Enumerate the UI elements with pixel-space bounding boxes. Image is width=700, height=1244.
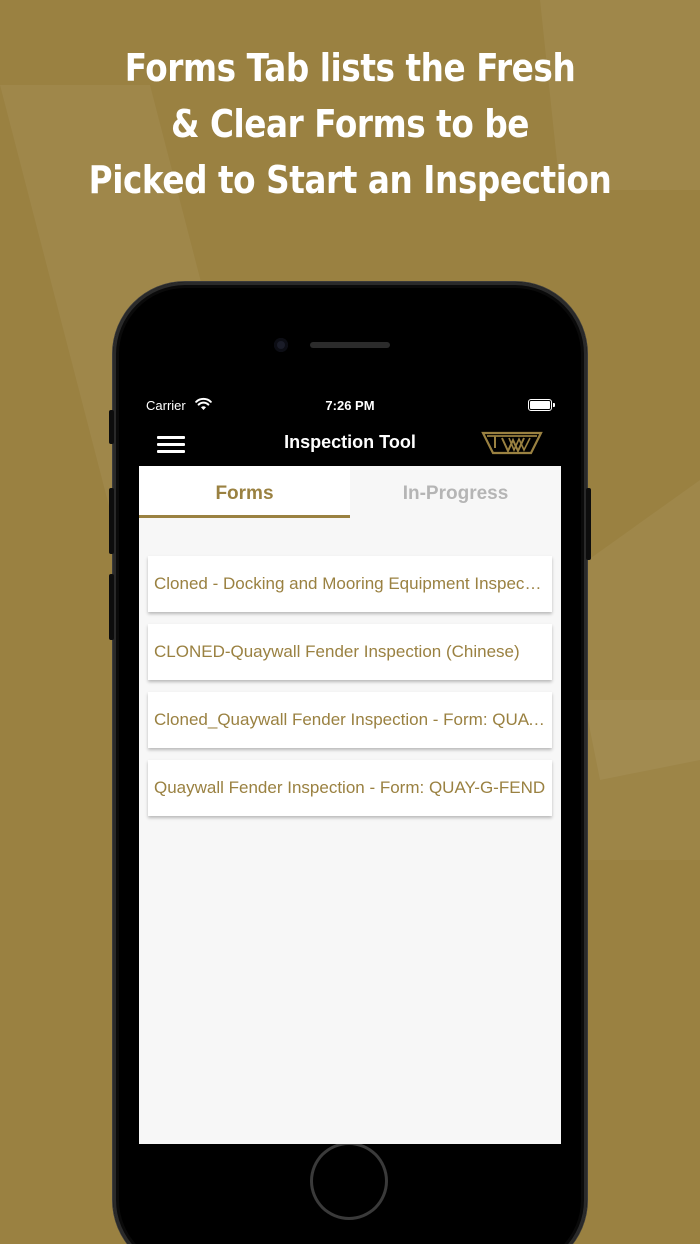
volume-up-button <box>109 488 114 554</box>
headline-line-1: Forms Tab lists the Fresh <box>124 46 576 90</box>
volume-down-button <box>109 574 114 640</box>
front-camera <box>274 338 288 352</box>
navigation-bar: Inspection Tool <box>139 422 561 466</box>
form-list: Cloned - Docking and Mooring Equipment I… <box>148 556 552 828</box>
headline-line-2: & Clear Forms to be <box>170 102 530 146</box>
app-screen: Carrier 7:26 PM Inspection Tool Forms In… <box>139 388 561 1144</box>
tab-in-progress[interactable]: In-Progress <box>350 466 561 518</box>
home-button[interactable] <box>310 1142 388 1220</box>
mute-switch <box>109 410 114 444</box>
headline-line-3: Picked to Start an Inspection <box>88 158 612 202</box>
form-list-item[interactable]: CLONED-Quaywall Fender Inspection (Chine… <box>148 624 552 680</box>
brand-logo <box>481 431 543 455</box>
battery-icon <box>528 399 555 411</box>
tab-bar: Forms In-Progress <box>139 466 561 518</box>
tab-forms[interactable]: Forms <box>139 466 350 518</box>
status-time: 7:26 PM <box>325 398 375 413</box>
power-button <box>586 488 591 560</box>
earpiece-speaker <box>310 342 390 348</box>
form-list-item[interactable]: Quaywall Fender Inspection - Form: QUAY-… <box>148 760 552 816</box>
status-bar: Carrier 7:26 PM <box>139 388 561 422</box>
promo-headline: Forms Tab lists the Fresh & Clear Forms … <box>49 40 651 208</box>
form-list-item[interactable]: Cloned_Quaywall Fender Inspection - Form… <box>148 692 552 748</box>
form-list-item[interactable]: Cloned - Docking and Mooring Equipment I… <box>148 556 552 612</box>
